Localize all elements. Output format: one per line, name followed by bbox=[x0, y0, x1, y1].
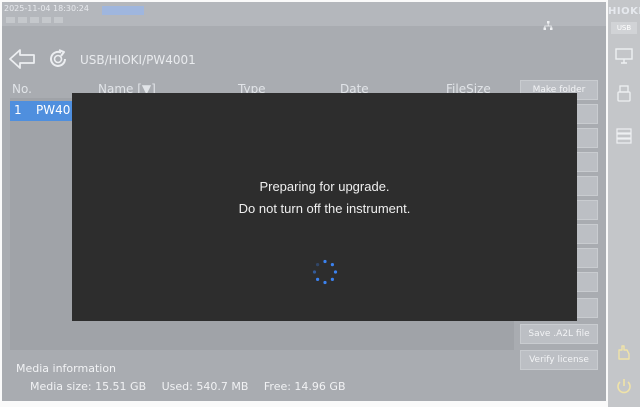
status-cell bbox=[18, 17, 27, 23]
media-used: Used: 540.7 MB bbox=[161, 380, 249, 393]
usb-icon[interactable] bbox=[614, 84, 634, 104]
arrow-left-icon[interactable] bbox=[8, 48, 36, 70]
refresh-icon[interactable] bbox=[46, 47, 70, 71]
mode-badge bbox=[102, 6, 144, 15]
status-cell bbox=[30, 17, 39, 23]
power-icon[interactable] bbox=[614, 376, 634, 396]
loading-spinner-icon bbox=[312, 259, 338, 285]
instrument-screen: 2025-11-04 18:30:24 USB/HIOKI/PW4001 No.… bbox=[0, 0, 640, 407]
dialog-message-2: Do not turn off the instrument. bbox=[238, 201, 411, 216]
storage-icon[interactable] bbox=[614, 126, 634, 146]
status-cell bbox=[54, 17, 63, 23]
save-a2l-button[interactable]: Save .A2L file bbox=[520, 324, 598, 344]
row-number: 1 bbox=[14, 103, 22, 117]
media-stats: Media size: 15.51 GB Used: 540.7 MB Free… bbox=[30, 380, 358, 393]
media-size: Media size: 15.51 GB bbox=[30, 380, 147, 393]
monitor-icon[interactable] bbox=[614, 46, 634, 66]
current-path: USB/HIOKI/PW4001 bbox=[80, 53, 196, 67]
dialog-message-1: Preparing for upgrade. bbox=[259, 179, 390, 194]
row-name: PW40 bbox=[36, 103, 71, 117]
upgrade-dialog: Preparing for upgrade. Do not turn off t… bbox=[72, 93, 577, 321]
column-header-no: No. bbox=[12, 82, 32, 96]
status-cell bbox=[6, 17, 15, 23]
status-cell bbox=[42, 17, 51, 23]
media-free: Free: 14.96 GB bbox=[263, 380, 346, 393]
status-bar: 2025-11-04 18:30:24 bbox=[2, 2, 606, 26]
verify-license-button[interactable]: Verify license bbox=[520, 350, 598, 370]
datetime-readout: 2025-11-04 18:30:24 bbox=[4, 4, 89, 13]
network-icon bbox=[543, 21, 553, 30]
hand-icon[interactable] bbox=[614, 342, 634, 362]
media-info-title: Media information bbox=[16, 362, 117, 375]
brand-logo: HIOKI bbox=[608, 6, 640, 17]
usb-tab[interactable]: USB bbox=[611, 22, 637, 34]
